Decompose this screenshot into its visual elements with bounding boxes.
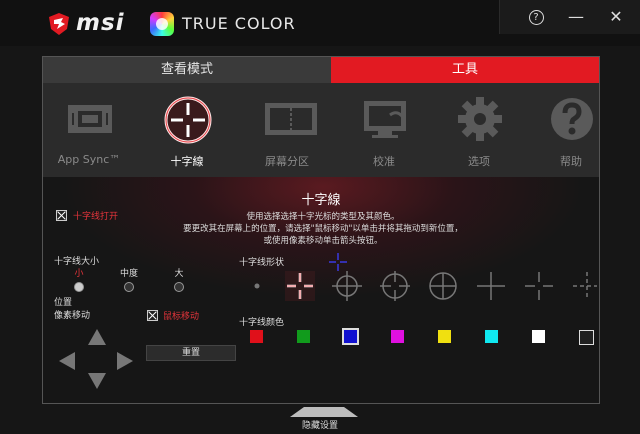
shape-circle-full-cross-icon: [429, 272, 457, 300]
main-panel: 查看模式 工具 App Sync™ 十字線 屏幕分区 校准 选项 帮助 十字線 …: [42, 56, 600, 404]
tools-toolbar: App Sync™ 十字線 屏幕分区 校准 选项 帮助: [43, 83, 599, 177]
product-name: TRUE COLOR: [182, 14, 296, 33]
hide-settings-handle-icon[interactable]: [290, 407, 358, 417]
crosshair-enable-label: 十字线打开: [73, 212, 119, 222]
tab-view-mode[interactable]: 查看模式: [43, 57, 331, 83]
color-swatch[interactable]: [438, 330, 451, 343]
tool-label: 校准: [373, 155, 395, 168]
shape-plus-icon: [477, 272, 505, 300]
minimize-button[interactable]: —: [564, 6, 588, 28]
tool-label: App Sync™: [57, 153, 121, 166]
shape-circle-cross-gap-icon: [380, 271, 410, 301]
tool-label: 屏幕分区: [265, 155, 309, 168]
tool-label: 帮助: [560, 155, 582, 168]
color-swatch[interactable]: [250, 330, 263, 343]
color-swatch[interactable]: [485, 330, 498, 343]
position-label: 位置: [54, 298, 73, 308]
calibration-icon: [364, 101, 406, 138]
pixel-move-label: 像素移动: [54, 311, 91, 321]
help-circle-icon: ?: [528, 10, 544, 25]
size-option-large[interactable]: 大: [159, 266, 199, 292]
mouse-move-checkbox[interactable]: [147, 310, 158, 321]
tool-label: 十字線: [170, 155, 204, 168]
window-controls: ? — ✕: [499, 0, 640, 34]
crosshair-settings: 十字線 使用选择选择十字光标的类型及其颜色。 要更改其在屏幕上的位置，请选择"鼠…: [43, 177, 599, 403]
tool-options[interactable]: 选项: [433, 83, 525, 177]
description-line: 要更改其在屏幕上的位置，请选择"鼠标移动"以单击并将其拖动到新位置，: [183, 224, 463, 234]
crosshair-preview-icon: [329, 253, 347, 271]
crosshair-shapes: [254, 253, 597, 301]
color-swatch[interactable]: [532, 330, 545, 343]
size-radio[interactable]: [124, 282, 134, 292]
msi-dragon-logo-icon: [49, 13, 69, 35]
tool-calibration[interactable]: 校准: [338, 83, 430, 177]
screen-split-icon: [265, 103, 317, 135]
crosshair-icon: [164, 96, 212, 144]
color-label: 十字线颜色: [239, 318, 285, 328]
help-icon: [551, 98, 593, 140]
size-option-label: 大: [174, 269, 184, 279]
size-option-small[interactable]: 小: [59, 266, 99, 292]
tool-app-sync[interactable]: App Sync™: [43, 83, 135, 177]
mouse-move-label: 鼠标移动: [163, 312, 200, 322]
arrow-right-icon[interactable]: [117, 352, 133, 370]
app-sync-icon: [68, 105, 112, 133]
color-swatch[interactable]: [391, 330, 404, 343]
size-option-label: 中度: [119, 269, 138, 279]
size-radio[interactable]: [174, 282, 184, 292]
section-description: 使用选择选择十字光标的类型及其颜色。 要更改其在屏幕上的位置，请选择"鼠标移动"…: [143, 211, 503, 247]
gear-icon: [458, 97, 502, 141]
shape-dot-icon: [254, 283, 260, 289]
size-option-medium[interactable]: 中度: [109, 266, 149, 292]
close-button[interactable]: ✕: [604, 6, 628, 28]
brand-logo-text: msi: [76, 10, 125, 36]
title-bar: msi TRUE COLOR ? — ✕: [0, 0, 640, 46]
shape-circle-cross-icon: [332, 271, 362, 301]
arrow-left-icon[interactable]: [59, 352, 75, 370]
hide-settings-link[interactable]: 隐藏设置: [0, 418, 640, 431]
arrow-down-icon[interactable]: [88, 373, 106, 389]
tool-help[interactable]: 帮助: [525, 83, 617, 177]
size-radio[interactable]: [74, 282, 84, 292]
shape-plus-dashed-icon: [573, 272, 597, 300]
color-swatch[interactable]: [579, 330, 594, 345]
shape-plus-gap-icon: [525, 272, 553, 300]
tool-screen-split[interactable]: 屏幕分区: [241, 83, 333, 177]
crosshair-enable-checkbox[interactable]: [56, 210, 67, 221]
color-swatch[interactable]: [297, 330, 310, 343]
size-option-label: 小: [74, 269, 84, 279]
shape-cross-gap-selected-icon: [285, 271, 315, 301]
section-title: 十字線: [301, 193, 341, 208]
arrow-up-icon[interactable]: [88, 329, 106, 345]
true-color-icon: [150, 12, 174, 36]
description-line: 使用选择选择十字光标的类型及其颜色。: [246, 212, 400, 222]
description-line: 或使用像素移动单击箭头按钮。: [263, 236, 383, 246]
reset-button[interactable]: 重置: [146, 345, 236, 361]
tool-crosshair[interactable]: 十字線: [141, 83, 233, 177]
color-swatch[interactable]: [342, 328, 359, 345]
tool-label: 选项: [468, 155, 490, 168]
tab-tools[interactable]: 工具: [331, 57, 599, 83]
help-button[interactable]: ?: [524, 6, 548, 28]
